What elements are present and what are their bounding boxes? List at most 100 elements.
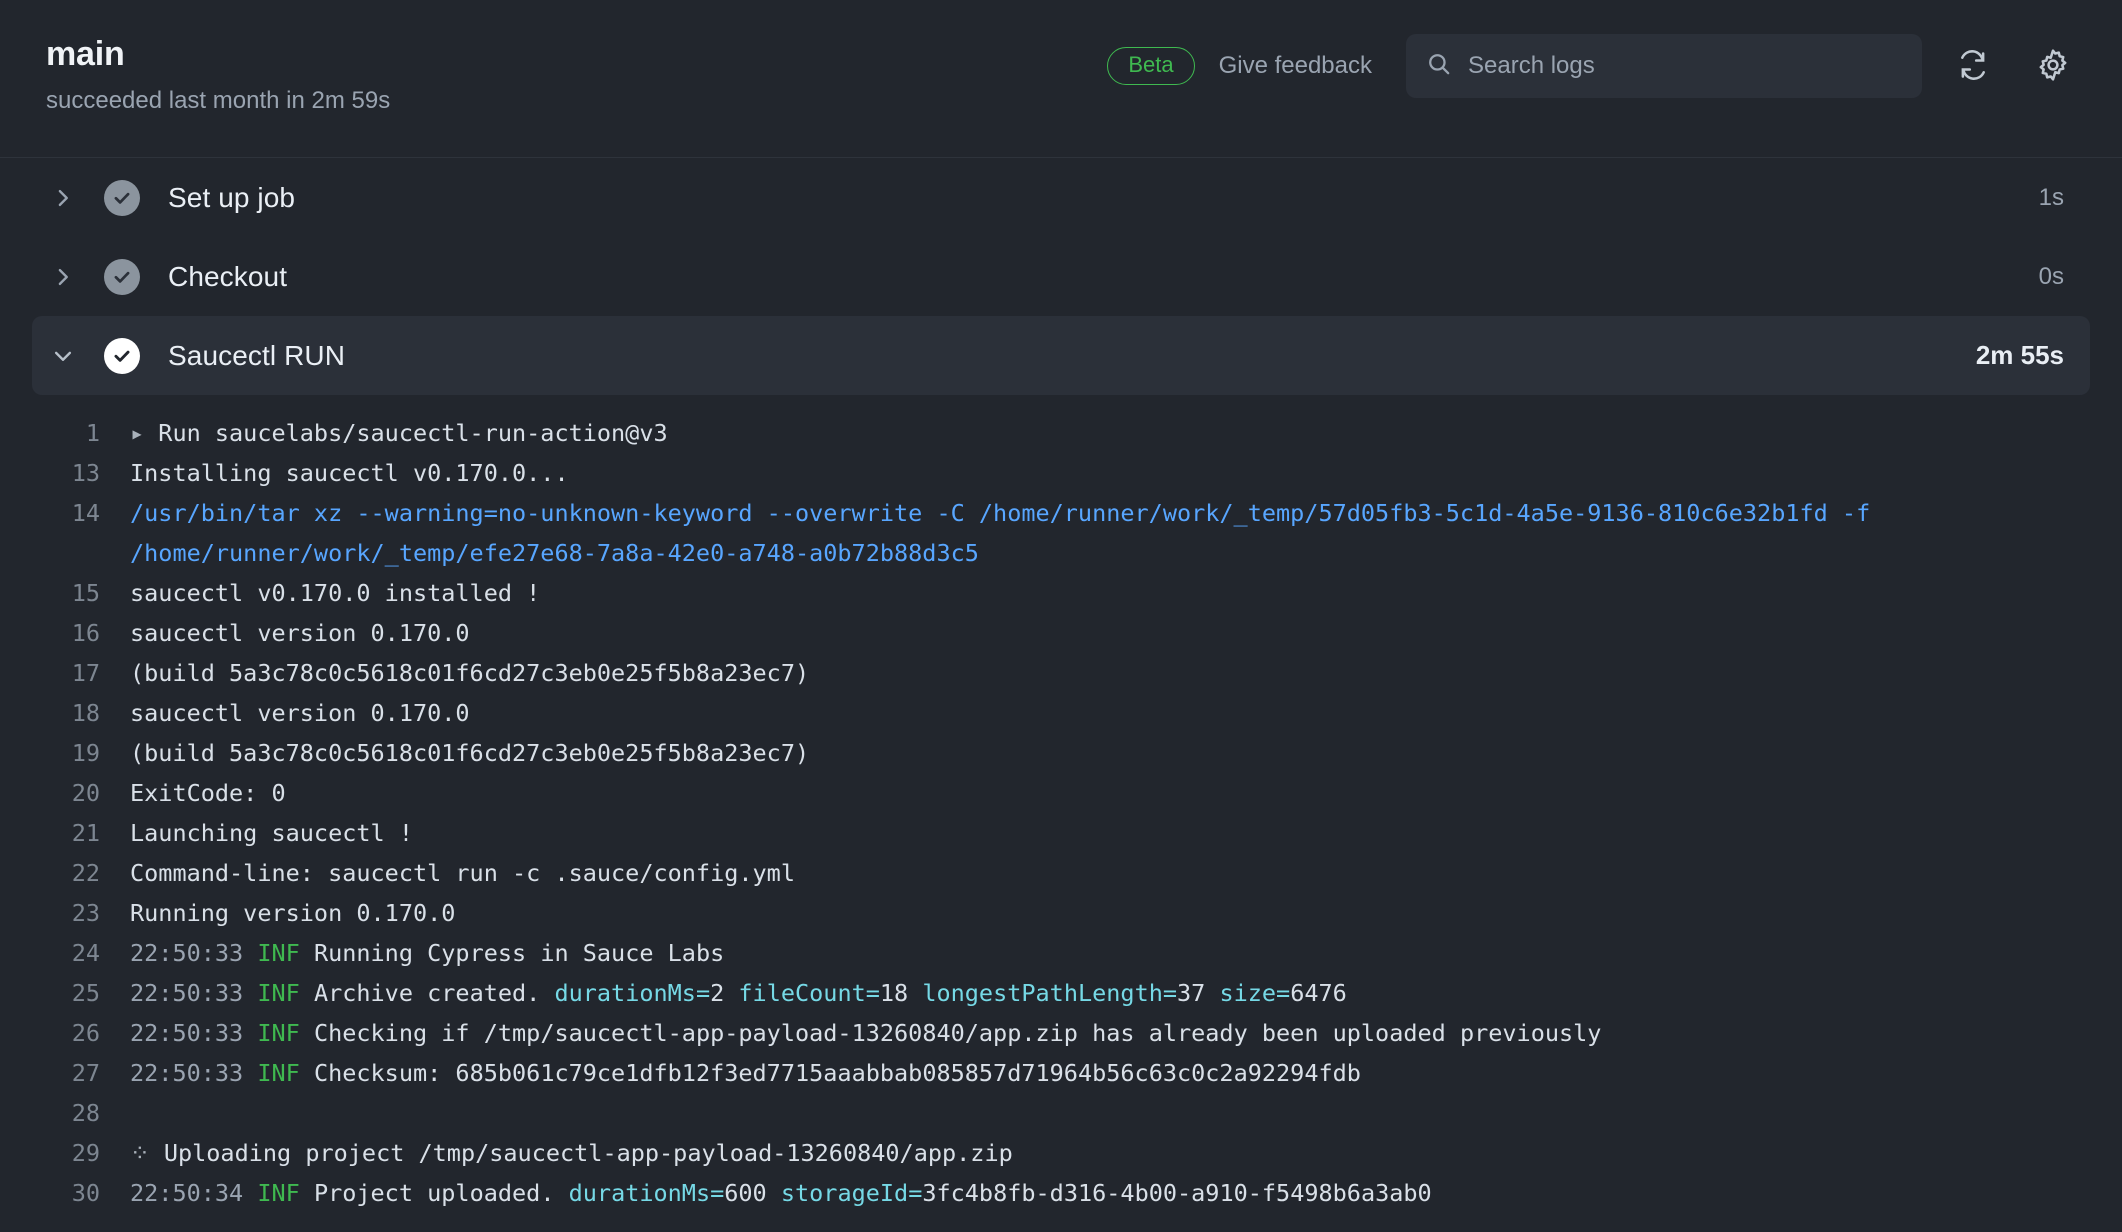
log-line-number: 28 — [0, 1093, 130, 1133]
log-line-number: 30 — [0, 1173, 130, 1213]
log-token: fileCount= — [738, 979, 879, 1007]
log-line-text: Command-line: saucectl run -c .sauce/con… — [130, 853, 2082, 893]
log-line-text: Installing saucectl v0.170.0... — [130, 453, 2082, 493]
log-token: Installing saucectl v0.170.0... — [130, 459, 569, 487]
job-steps-list: Set up job 1s Checkout 0s Saucectl RUN — [0, 158, 2122, 395]
log-token: Uploading project /tmp/saucectl-app-payl… — [164, 1139, 1013, 1167]
log-line: 17(build 5a3c78c0c5618c01f6cd27c3eb0e25f… — [0, 653, 2122, 693]
log-line-number: 19 — [0, 733, 130, 773]
log-line: 22Command-line: saucectl run -c .sauce/c… — [0, 853, 2122, 893]
search-input[interactable] — [1468, 52, 1902, 80]
gear-icon — [2036, 48, 2070, 85]
refresh-icon — [1957, 49, 1989, 84]
log-token: 18 — [880, 979, 922, 1007]
give-feedback-link[interactable]: Give feedback — [1219, 52, 1372, 80]
settings-button[interactable] — [2024, 37, 2082, 95]
log-line-number: 21 — [0, 813, 130, 853]
step-status-success-icon — [104, 338, 140, 374]
log-line: 19(build 5a3c78c0c5618c01f6cd27c3eb0e25f… — [0, 733, 2122, 773]
log-token: INF — [257, 1059, 299, 1087]
log-token: 22:50:34 — [130, 1179, 257, 1207]
log-line-number: 29 — [0, 1133, 130, 1173]
log-token: (build 5a3c78c0c5618c01f6cd27c3eb0e25f5b… — [130, 659, 809, 687]
log-line: 2522:50:33 INF Archive created. duration… — [0, 973, 2122, 1013]
log-line: 2722:50:33 INF Checksum: 685b061c79ce1df… — [0, 1053, 2122, 1093]
step-name: Saucectl RUN — [168, 340, 345, 372]
log-line: 28 — [0, 1093, 2122, 1133]
step-name: Set up job — [168, 182, 295, 214]
log-token: 22:50:33 — [130, 1019, 257, 1047]
log-token: INF — [257, 1019, 299, 1047]
log-token: (build 5a3c78c0c5618c01f6cd27c3eb0e25f5b… — [130, 739, 809, 767]
log-line: 18saucectl version 0.170.0 — [0, 693, 2122, 733]
log-line-number: 1 — [0, 413, 130, 453]
log-token: 600 — [724, 1179, 781, 1207]
log-token: storageId= — [781, 1179, 922, 1207]
log-token: saucectl version 0.170.0 — [130, 699, 470, 727]
log-line: 23Running version 0.170.0 — [0, 893, 2122, 933]
log-line-text: 22:50:33 INF Running Cypress in Sauce La… — [130, 933, 2082, 973]
log-line-number: 16 — [0, 613, 130, 653]
log-token: 2 — [710, 979, 738, 1007]
log-token: INF — [257, 979, 299, 1007]
log-token: ⁘ — [130, 1139, 164, 1167]
log-token: size= — [1219, 979, 1290, 1007]
log-token: longestPathLength= — [922, 979, 1177, 1007]
log-line: 1▸ Run saucelabs/saucectl-run-action@v3 — [0, 413, 2122, 453]
log-line-number: 17 — [0, 653, 130, 693]
log-line-text: (build 5a3c78c0c5618c01f6cd27c3eb0e25f5b… — [130, 733, 2082, 773]
log-line-text: 22:50:33 INF Checksum: 685b061c79ce1dfb1… — [130, 1053, 2082, 1093]
beta-badge: Beta — [1107, 47, 1194, 85]
log-line-number: 22 — [0, 853, 130, 893]
log-token: Command-line: saucectl run -c .sauce/con… — [130, 859, 795, 887]
log-line-number: 20 — [0, 773, 130, 813]
log-line: 13Installing saucectl v0.170.0... — [0, 453, 2122, 493]
log-line-number: 14 — [0, 493, 130, 533]
header-actions: Beta Give feedback — [1107, 34, 2082, 98]
log-token: durationMs= — [554, 979, 710, 1007]
log-line-text: /usr/bin/tar xz --warning=no-unknown-key… — [130, 493, 2082, 573]
log-line: 20ExitCode: 0 — [0, 773, 2122, 813]
search-logs-box[interactable] — [1406, 34, 1922, 98]
step-duration: 2m 55s — [1976, 340, 2064, 371]
step-duration: 0s — [2039, 263, 2064, 291]
log-line-number: 13 — [0, 453, 130, 493]
log-token: saucectl version 0.170.0 — [130, 619, 470, 647]
log-token: 3fc4b8fb-d316-4b00-a910-f5498b6a3ab0 — [922, 1179, 1431, 1207]
log-token: Checksum: 685b061c79ce1dfb12f3ed7715aaab… — [300, 1059, 1361, 1087]
log-line-text: saucectl version 0.170.0 — [130, 693, 2082, 733]
log-line: 15saucectl v0.170.0 installed ! — [0, 573, 2122, 613]
log-line-text: saucectl v0.170.0 installed ! — [130, 573, 2082, 613]
log-line: 2422:50:33 INF Running Cypress in Sauce … — [0, 933, 2122, 973]
chevron-right-icon[interactable] — [46, 267, 80, 287]
log-token: Checking if /tmp/saucectl-app-payload-13… — [300, 1019, 1602, 1047]
step-row-saucectl-run[interactable]: Saucectl RUN 2m 55s — [32, 316, 2090, 395]
log-token: 22:50:33 — [130, 1059, 257, 1087]
step-status-success-icon — [104, 180, 140, 216]
log-line: 21Launching saucectl ! — [0, 813, 2122, 853]
log-line: 29⁘ Uploading project /tmp/saucectl-app-… — [0, 1133, 2122, 1173]
log-token: 6476 — [1290, 979, 1347, 1007]
step-duration: 1s — [2039, 184, 2064, 212]
step-name: Checkout — [168, 261, 287, 293]
run-summary: main succeeded last month in 2m 59s — [46, 30, 390, 115]
refresh-button[interactable] — [1944, 37, 2002, 95]
log-line-number: 23 — [0, 893, 130, 933]
log-token: 22:50:33 — [130, 939, 257, 967]
log-token: 37 — [1177, 979, 1219, 1007]
log-token: saucectl v0.170.0 installed ! — [130, 579, 540, 607]
log-line-number: 24 — [0, 933, 130, 973]
log-line-number: 15 — [0, 573, 130, 613]
log-line-text: ⁘ Uploading project /tmp/saucectl-app-pa… — [130, 1133, 2082, 1173]
log-line-text: 22:50:34 INF Project uploaded. durationM… — [130, 1173, 2082, 1213]
log-output[interactable]: 1▸ Run saucelabs/saucectl-run-action@v31… — [0, 395, 2122, 1213]
step-status-success-icon — [104, 259, 140, 295]
page-title: main — [46, 36, 390, 73]
step-row-checkout[interactable]: Checkout 0s — [32, 237, 2090, 316]
log-token: Running version 0.170.0 — [130, 899, 455, 927]
step-row-set-up-job[interactable]: Set up job 1s — [32, 158, 2090, 237]
chevron-down-icon[interactable] — [46, 346, 80, 366]
log-line-text: Launching saucectl ! — [130, 813, 2082, 853]
log-token: ▸ — [130, 419, 158, 447]
chevron-right-icon[interactable] — [46, 188, 80, 208]
